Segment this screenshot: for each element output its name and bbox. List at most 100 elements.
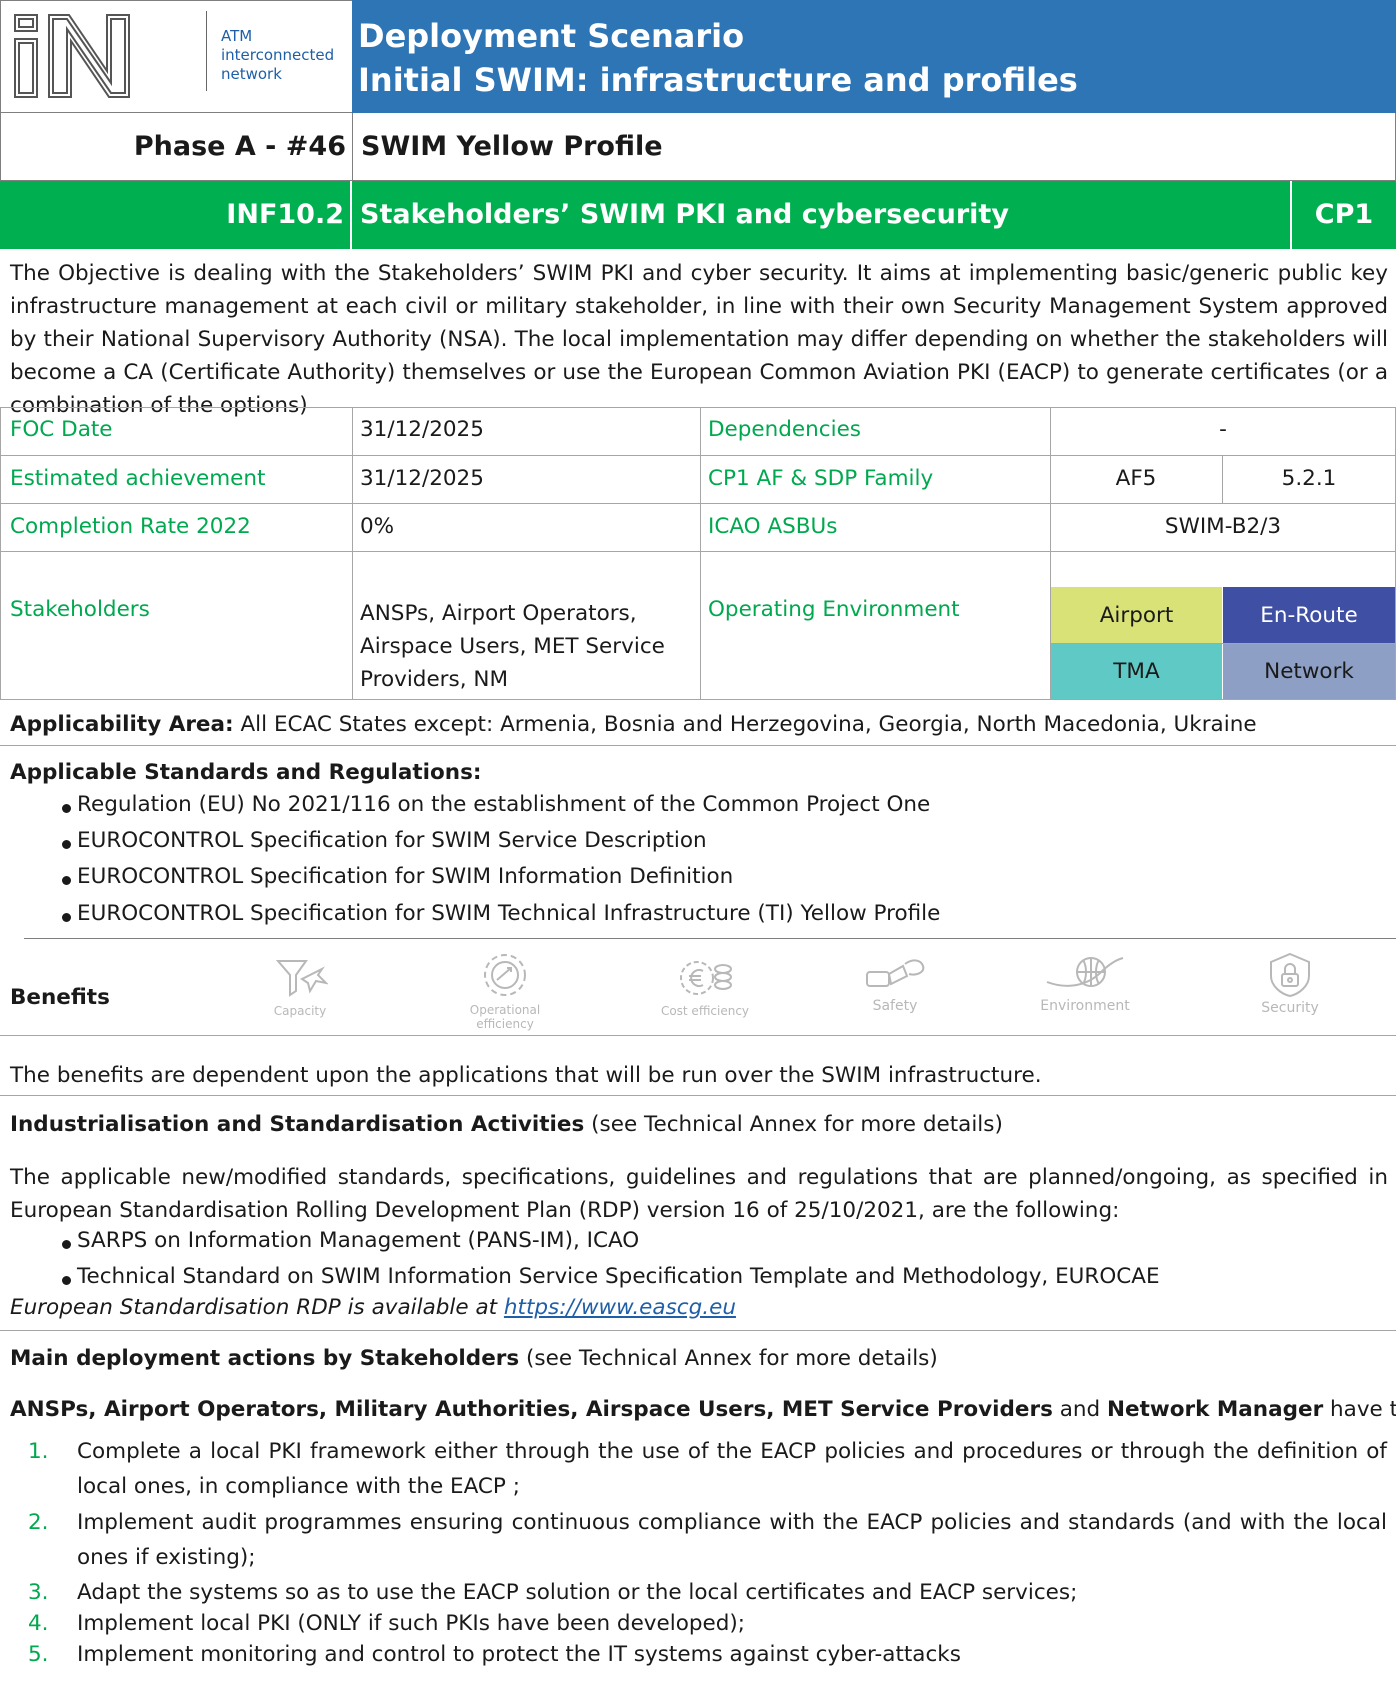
env-tma: TMA	[1051, 644, 1222, 699]
logo-line: ATM	[221, 27, 253, 45]
rdp-note: European Standardisation RDP is availabl…	[10, 1295, 736, 1320]
benefits-note: The benefits are dependent upon the appl…	[10, 1063, 1042, 1088]
action-text: Implement audit programmes ensuring cont…	[77, 1510, 1387, 1570]
coins-icon	[680, 961, 732, 995]
foc-date-label: FOC Date	[10, 417, 113, 442]
list-item-text: EUROCONTROL Specification for SWIM Servi…	[77, 828, 707, 853]
actions-who-suffix: have to:	[1330, 1397, 1396, 1422]
objective-bar: INF10.2 Stakeholders’ SWIM PKI and cyber…	[0, 181, 1396, 249]
divider	[352, 407, 353, 699]
bullet-icon	[62, 1276, 71, 1285]
list-item-text: Regulation (EU) No 2021/116 on the estab…	[77, 792, 931, 817]
completion-rate-label: Completion Rate 2022	[10, 514, 251, 539]
bullet-icon	[62, 840, 71, 849]
phase-row: Phase A - #46 SWIM Yellow Profile	[0, 113, 1396, 181]
operating-environment-label: Operating Environment	[708, 597, 960, 622]
applicability-label: Applicability Area:	[10, 712, 234, 737]
action-number: 5.	[28, 1642, 49, 1667]
estimated-achievement-label: Estimated achievement	[10, 466, 266, 491]
actions-title: Main deployment actions by Stakeholders	[10, 1346, 520, 1371]
benefit-security: Security	[1250, 952, 1330, 1015]
list-item-text: Technical Standard on SWIM Information S…	[77, 1264, 1160, 1289]
benefit-label: Cost efficiency	[660, 1004, 750, 1018]
benefit-label: Capacity	[273, 1004, 327, 1018]
action-text: Implement monitoring and control to prot…	[77, 1642, 961, 1667]
divider	[24, 938, 1396, 939]
dependencies-label: Dependencies	[708, 417, 862, 442]
rdp-link[interactable]: https://www.eascg.eu	[504, 1295, 736, 1320]
divider	[0, 1035, 1396, 1036]
benefit-label: efficiency	[476, 1017, 534, 1031]
applicability-area: Applicability Area: All ECAC States exce…	[10, 712, 1257, 737]
project-tag: CP1	[1290, 181, 1396, 249]
document-subtitle: Initial SWIM: infrastructure and profile…	[358, 61, 1078, 99]
action-number: 2.	[28, 1510, 49, 1535]
benefit-environment: Environment	[1030, 952, 1140, 1013]
af-value: AF5	[1115, 466, 1157, 491]
industrialisation-title: Industrialisation and Standardisation Ac…	[10, 1112, 585, 1137]
bullet-icon	[62, 876, 71, 885]
stakeholders-label: Stakeholders	[10, 597, 150, 622]
bullet-icon	[62, 1240, 71, 1249]
capacity-icon	[275, 960, 330, 997]
list-item-text: EUROCONTROL Specification for SWIM Techn…	[77, 901, 941, 926]
divider	[0, 699, 1396, 700]
stakeholders-line: Airspace Users, MET Service	[360, 634, 665, 659]
bullet-icon	[62, 913, 71, 922]
benefits-label: Benefits	[10, 985, 110, 1010]
completion-rate-value: 0%	[360, 514, 395, 539]
document-title: Deployment Scenario	[358, 17, 745, 55]
actions-who: ANSPs, Airport Operators, Military Autho…	[10, 1397, 1396, 1422]
divider	[0, 503, 1396, 504]
phase-label: Phase A - #46	[1, 113, 353, 180]
action-text: Implement local PKI (ONLY if such PKIs h…	[77, 1611, 746, 1636]
divider	[0, 745, 1396, 746]
standards-heading: Applicable Standards and Regulations:	[10, 760, 482, 785]
benefit-capacity: Capacity	[255, 955, 345, 1018]
env-en-route: En-Route	[1223, 587, 1395, 643]
seatbelt-icon	[866, 959, 925, 987]
gear-icon	[484, 954, 526, 996]
globe-icon	[1046, 957, 1124, 987]
shield-lock-icon	[1270, 952, 1310, 998]
env-network: Network	[1223, 644, 1395, 699]
env-airport: Airport	[1051, 587, 1222, 643]
industrialisation-intro: The applicable new/modified standards, s…	[10, 1165, 1388, 1223]
logo-line: interconnected	[221, 46, 335, 64]
divider	[700, 407, 701, 699]
action-text: Complete a local PKI framework either th…	[77, 1439, 1387, 1499]
action-text: Adapt the systems so as to use the EACP …	[77, 1580, 1078, 1605]
bullet-icon	[62, 804, 71, 813]
stakeholders-line: Providers, NM	[360, 667, 509, 692]
actions-suffix: (see Technical Annex for more details)	[519, 1346, 938, 1371]
icao-asbus-value: SWIM-B2/3	[1164, 514, 1282, 539]
logo-text: ATM interconnected network	[206, 11, 348, 91]
in-logo-icon	[14, 14, 130, 98]
action-number: 3.	[28, 1580, 49, 1605]
divider	[0, 1330, 1396, 1331]
list-item-text: EUROCONTROL Specification for SWIM Infor…	[77, 864, 734, 889]
benefit-cost-efficiency: Cost efficiency	[650, 955, 760, 1018]
stakeholders-line: ANSPs, Airport Operators,	[360, 601, 637, 626]
actions-who-and: and	[1052, 1397, 1108, 1422]
industrialisation-heading: Industrialisation and Standardisation Ac…	[10, 1112, 1003, 1137]
benefit-operational-efficiency: Operational efficiency	[455, 950, 555, 1031]
actions-who-nm: Network Manager	[1107, 1397, 1324, 1422]
stakeholders-value: ANSPs, Airport Operators, Airspace Users…	[360, 597, 665, 696]
logo-line: network	[221, 65, 282, 83]
objective-description: The Objective is dealing with the Stakeh…	[10, 261, 1388, 418]
sdp-value: 5.2.1	[1281, 466, 1337, 491]
divider	[0, 407, 1, 699]
divider	[0, 455, 1396, 456]
divider	[0, 1095, 1396, 1096]
benefit-label: Operational	[469, 1003, 541, 1017]
benefit-safety: Safety	[855, 952, 935, 1013]
phase-title: SWIM Yellow Profile	[361, 131, 663, 162]
objective-code: INF10.2	[0, 181, 352, 249]
foc-date-value: 31/12/2025	[360, 417, 484, 442]
benefit-label: Environment	[1040, 998, 1130, 1014]
icao-asbus-label: ICAO ASBUs	[708, 514, 838, 539]
applicability-text: All ECAC States except: Armenia, Bosnia …	[233, 712, 1257, 737]
actions-who-list: ANSPs, Airport Operators, Military Autho…	[10, 1397, 1053, 1422]
dependencies-value: -	[1219, 417, 1227, 442]
